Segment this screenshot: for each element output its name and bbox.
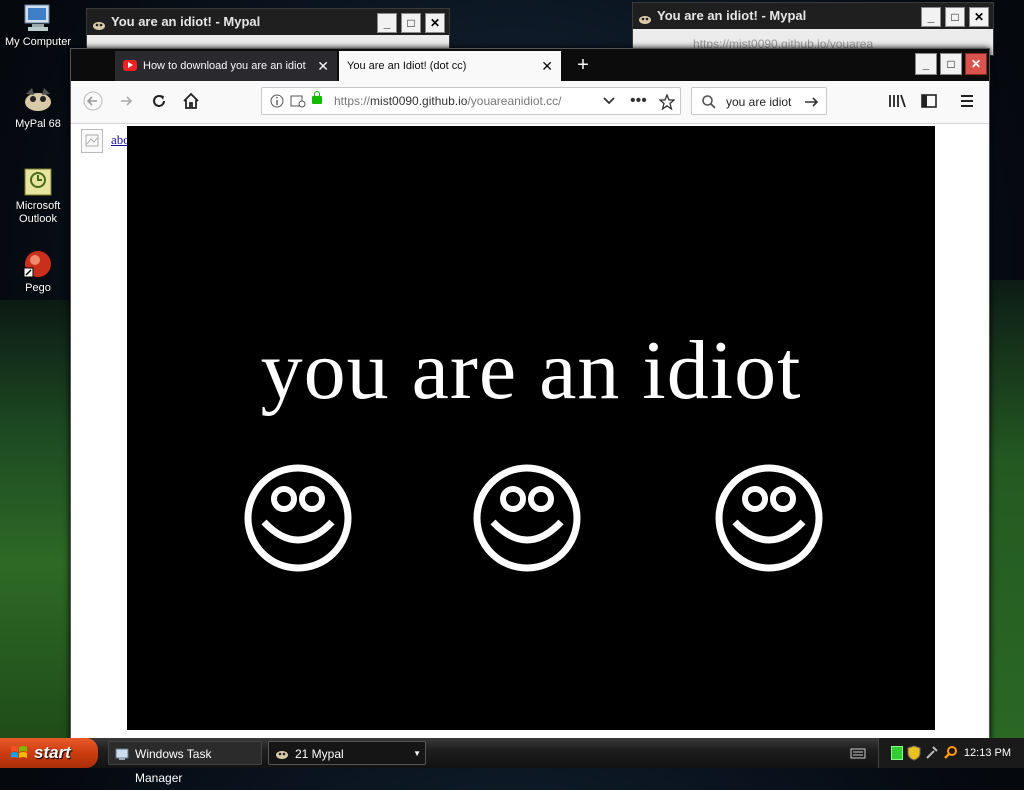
desktop-icon-label: Pego <box>25 282 51 294</box>
outlook-icon <box>22 166 54 198</box>
window-titlebar[interactable]: You are an idiot! - Mypal _ □ ✕ <box>633 3 993 29</box>
maximize-button[interactable]: □ <box>401 13 421 33</box>
tab-how-to-download[interactable]: How to download you are an idiot ✕ <box>115 51 337 81</box>
search-magnifier-icon[interactable] <box>943 745 959 761</box>
search-icon <box>702 95 716 109</box>
taskbar-item-label: 21 Mypal <box>295 747 344 761</box>
lock-icon <box>312 91 322 104</box>
taskbar: start Windows Task Manager 21 Mypal ▼ 12… <box>0 738 1024 785</box>
library-icon <box>889 94 906 108</box>
url-bar[interactable]: https://mist0090.github.io/youareanidiot… <box>261 87 681 115</box>
back-button[interactable] <box>81 91 105 113</box>
search-input[interactable] <box>724 92 804 112</box>
desktop-icon-pego[interactable]: Pego <box>0 248 76 295</box>
smiley-face-icon <box>473 464 581 572</box>
page-actions-icon[interactable]: ••• <box>630 88 647 114</box>
desktop-icon-label: Microsoft Outlook <box>15 200 61 225</box>
taskbar-item-mypal-group[interactable]: 21 Mypal ▼ <box>268 741 426 765</box>
security-shield-icon[interactable] <box>907 745 921 761</box>
window-titlebar[interactable]: You are an idiot! - Mypal _ □ ✕ <box>87 9 449 35</box>
window-title: You are an idiot! - Mypal <box>657 8 807 23</box>
taskbar-item-label: Windows Task Manager <box>135 747 212 785</box>
clock[interactable]: 12:13 PM <box>964 738 1011 768</box>
start-label: start <box>34 743 71 762</box>
keyboard-icon[interactable] <box>850 746 866 760</box>
close-button[interactable]: ✕ <box>425 13 445 33</box>
close-button[interactable]: ✕ <box>969 7 989 27</box>
back-arrow-icon <box>83 91 103 111</box>
computer-icon <box>22 2 54 34</box>
mypal-icon <box>92 15 106 30</box>
browser-window[interactable]: How to download you are an idiot ✕ You a… <box>70 48 990 740</box>
mypal-icon <box>22 84 54 116</box>
group-dropdown-icon[interactable]: ▼ <box>413 742 421 766</box>
broken-image-icon <box>81 129 103 153</box>
desktop-icon-my-computer[interactable]: My Computer <box>0 2 76 49</box>
window-title: You are an idiot! - Mypal <box>111 14 261 29</box>
info-icon[interactable] <box>270 94 284 108</box>
start-button[interactable]: start <box>0 738 98 768</box>
tab-you-are-an-idiot[interactable]: You are an Idiot! (dot cc) ✕ <box>339 51 561 81</box>
youtube-icon <box>123 60 137 71</box>
reload-button[interactable] <box>147 91 171 113</box>
url-text[interactable]: https://mist0090.github.io/youareanidiot… <box>334 88 562 114</box>
page-headline: you are an idiot <box>260 324 802 417</box>
tab-strip: How to download you are an idiot ✕ You a… <box>71 49 989 81</box>
desktop-wallpaper-right <box>990 280 1024 740</box>
desktop-icon-outlook[interactable]: Microsoft Outlook <box>0 166 76 226</box>
system-tray: 12:13 PM <box>878 738 1024 768</box>
page-content: about:blank you are an idiot <box>71 124 987 738</box>
navigation-toolbar: https://mist0090.github.io/youareanidiot… <box>71 81 989 124</box>
bookmark-star-icon[interactable] <box>659 94 675 110</box>
menu-button[interactable] <box>955 91 979 113</box>
new-tab-button[interactable]: + <box>569 51 597 79</box>
search-go-arrow-icon[interactable] <box>804 95 820 109</box>
library-button[interactable] <box>885 91 909 113</box>
desktop-icon-label: My Computer <box>4 36 72 48</box>
mypal-icon <box>276 751 288 759</box>
search-bar[interactable] <box>691 87 827 115</box>
home-button[interactable] <box>179 91 203 113</box>
minimize-button[interactable]: _ <box>921 7 941 27</box>
mypal-icon <box>638 9 652 24</box>
tools-icon[interactable] <box>925 745 939 761</box>
permissions-icon[interactable] <box>290 94 306 108</box>
sidebar-button[interactable] <box>917 91 941 113</box>
desktop-icon-mypal[interactable]: MyPal 68 <box>0 84 76 131</box>
close-button[interactable]: ✕ <box>965 53 987 75</box>
minimize-button[interactable]: _ <box>377 13 397 33</box>
smiley-face-icon <box>244 464 352 572</box>
close-tab-icon[interactable]: ✕ <box>541 51 553 81</box>
tab-label: How to download you are an idiot <box>143 60 306 72</box>
tab-label: You are an Idiot! (dot cc) <box>347 60 467 72</box>
smiley-face-icon <box>715 464 823 572</box>
maximize-button[interactable]: □ <box>940 53 962 75</box>
maximize-button[interactable]: □ <box>945 7 965 27</box>
forward-arrow-icon <box>121 96 133 106</box>
idiot-page-canvas[interactable]: you are an idiot <box>127 126 935 730</box>
close-tab-icon[interactable]: ✕ <box>317 51 329 81</box>
task-manager-icon <box>115 748 129 760</box>
forward-button[interactable] <box>114 91 138 113</box>
taskbar-item-task-manager[interactable]: Windows Task Manager <box>108 741 262 785</box>
desktop-icon-label: MyPal 68 <box>15 118 61 130</box>
home-icon <box>183 92 199 109</box>
windows-flag-icon <box>11 746 27 758</box>
sidebar-icon <box>921 94 937 108</box>
pego-icon <box>22 248 54 280</box>
dropdown-chevron-icon[interactable] <box>602 96 616 106</box>
reload-icon <box>153 95 165 107</box>
hamburger-menu-icon <box>961 95 973 107</box>
minimize-button[interactable]: _ <box>915 53 937 75</box>
network-icon[interactable] <box>891 746 903 760</box>
